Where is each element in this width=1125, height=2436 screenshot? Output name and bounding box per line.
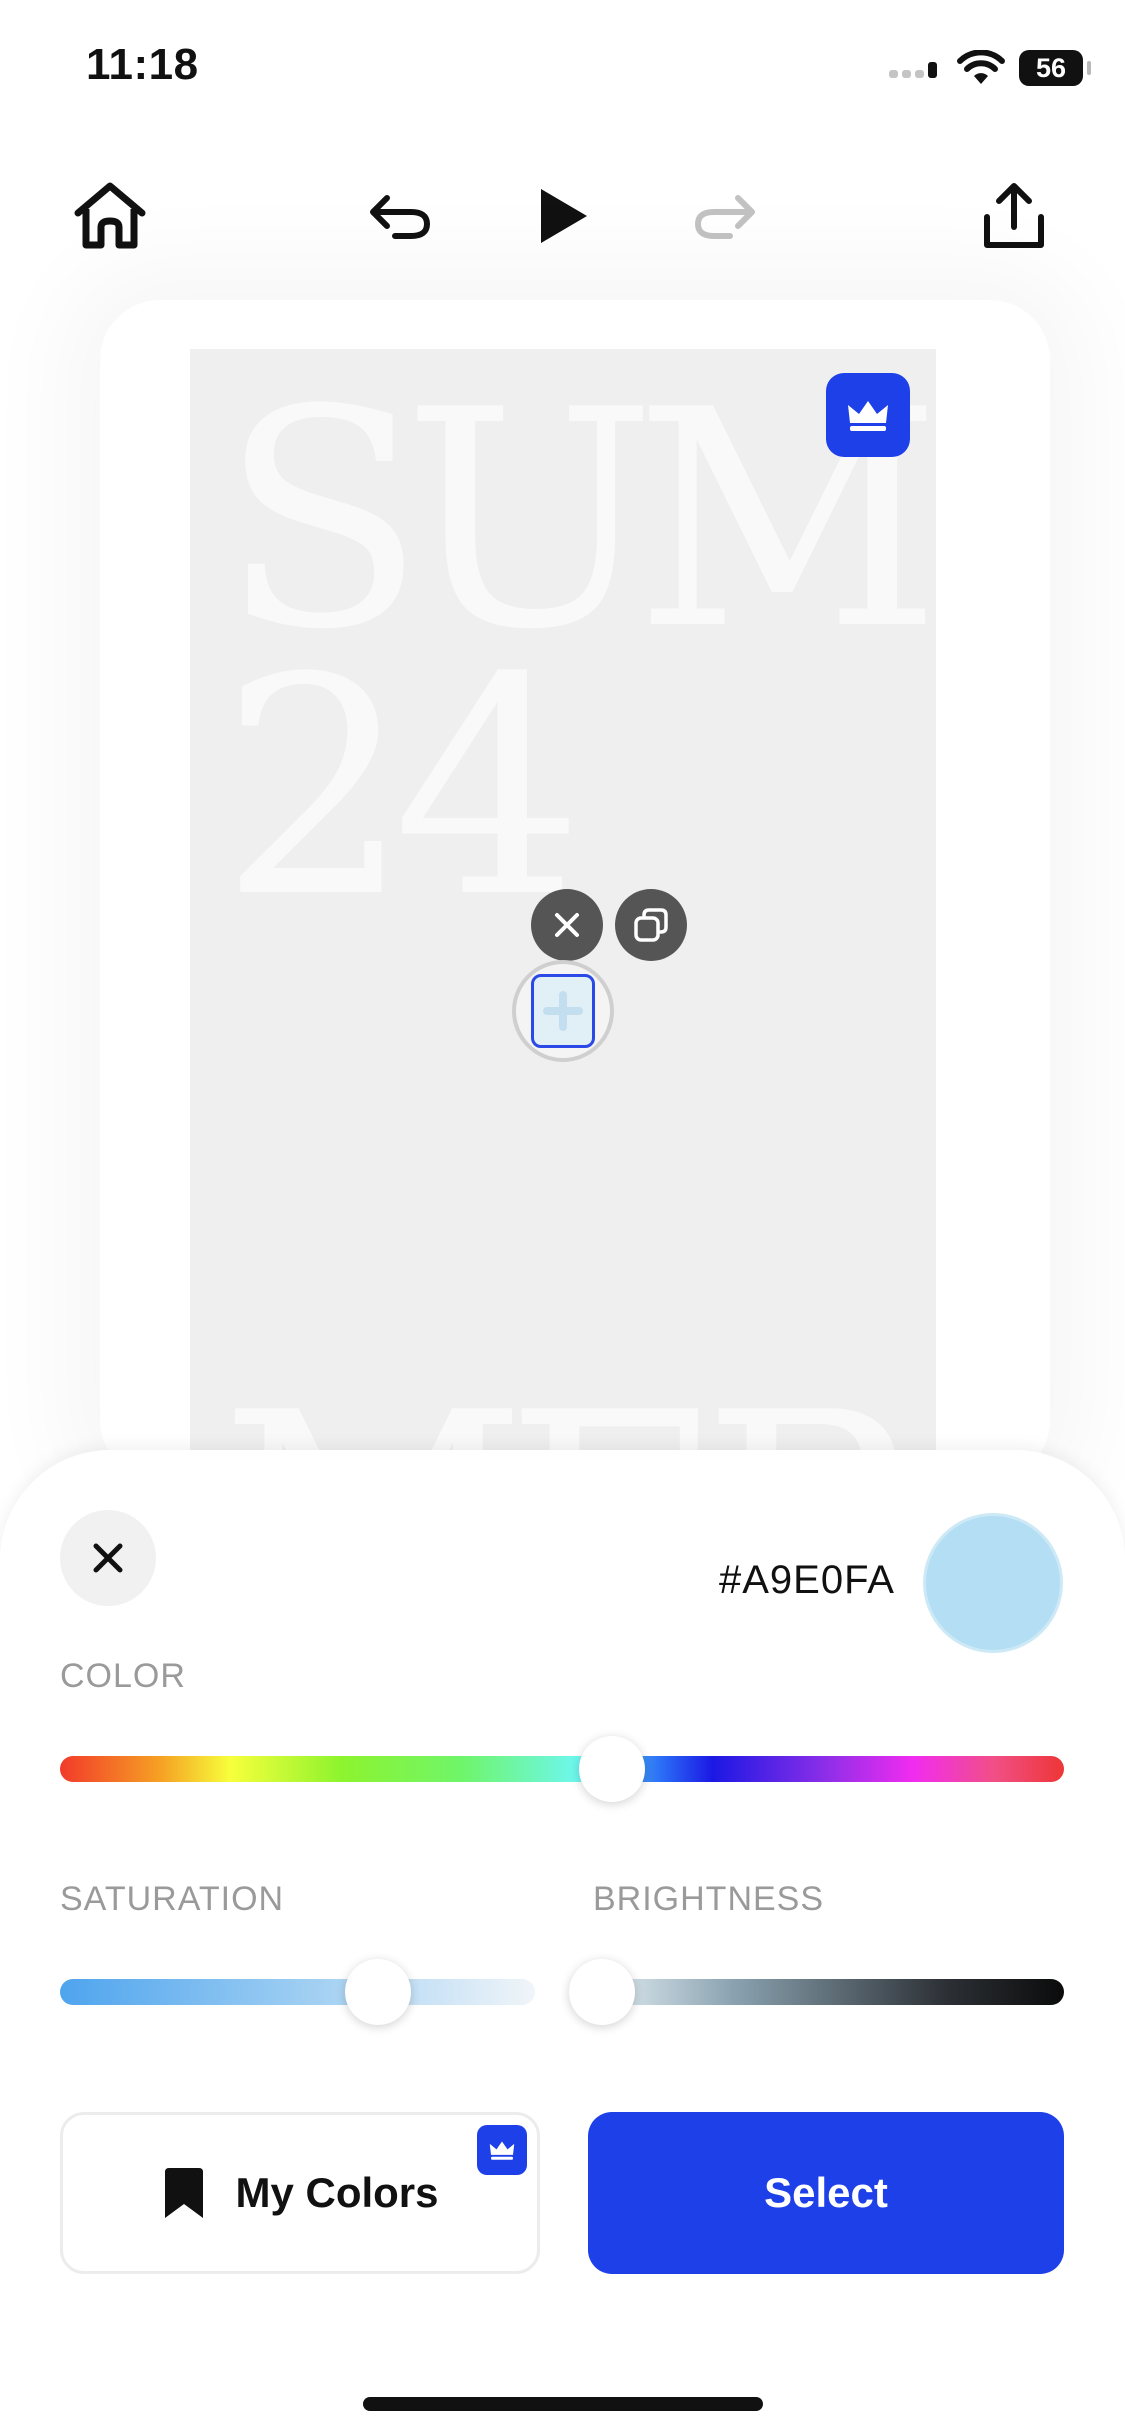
wifi-icon: [957, 50, 1005, 84]
undo-button[interactable]: [352, 168, 448, 264]
premium-badge[interactable]: [826, 373, 910, 457]
brightness-slider-thumb[interactable]: [569, 1959, 636, 2025]
home-icon: [74, 182, 146, 249]
saturation-slider-thumb[interactable]: [345, 1959, 412, 2025]
play-button[interactable]: [515, 168, 611, 264]
saturation-label: SATURATION: [60, 1880, 285, 1918]
brightness-slider[interactable]: [593, 1979, 1064, 2005]
select-button[interactable]: Select: [588, 2112, 1064, 2274]
status-time: 11:18: [86, 40, 199, 89]
canvas-text-line-2[interactable]: 24: [220, 639, 584, 939]
color-label: COLOR: [60, 1657, 186, 1695]
home-button[interactable]: [62, 168, 158, 264]
brightness-label: BRIGHTNESS: [593, 1880, 825, 1918]
redo-button[interactable]: [677, 168, 773, 264]
share-icon: [984, 183, 1044, 248]
delete-element-button[interactable]: [531, 889, 603, 961]
hex-value[interactable]: #A9E0FA: [719, 1558, 895, 1603]
my-colors-button[interactable]: My Colors: [60, 2112, 540, 2274]
close-icon: [93, 1543, 123, 1573]
move-cross-icon: [543, 991, 583, 1031]
duplicate-icon: [634, 908, 668, 942]
share-button[interactable]: [966, 168, 1062, 264]
crown-icon: [489, 2141, 515, 2160]
hue-slider[interactable]: [60, 1756, 1064, 1782]
home-indicator: [363, 2397, 763, 2411]
selected-element[interactable]: [531, 974, 595, 1048]
undo-icon: [370, 195, 431, 239]
status-icons: 56: [889, 48, 1091, 88]
redo-icon: [694, 195, 755, 239]
color-swatch[interactable]: [923, 1513, 1063, 1653]
bookmark-icon: [165, 2168, 204, 2218]
close-picker-button[interactable]: [60, 1510, 156, 1606]
premium-mini-badge: [477, 2125, 527, 2175]
duplicate-element-button[interactable]: [615, 889, 687, 961]
play-icon: [541, 189, 587, 243]
saturation-slider[interactable]: [60, 1979, 535, 2005]
hue-slider-thumb[interactable]: [579, 1736, 646, 1802]
battery-icon: 56: [1019, 50, 1091, 86]
my-colors-label: My Colors: [235, 2169, 439, 2216]
cellular-icon: [889, 62, 937, 78]
crown-icon: [848, 401, 888, 431]
delete-icon: [555, 913, 579, 937]
